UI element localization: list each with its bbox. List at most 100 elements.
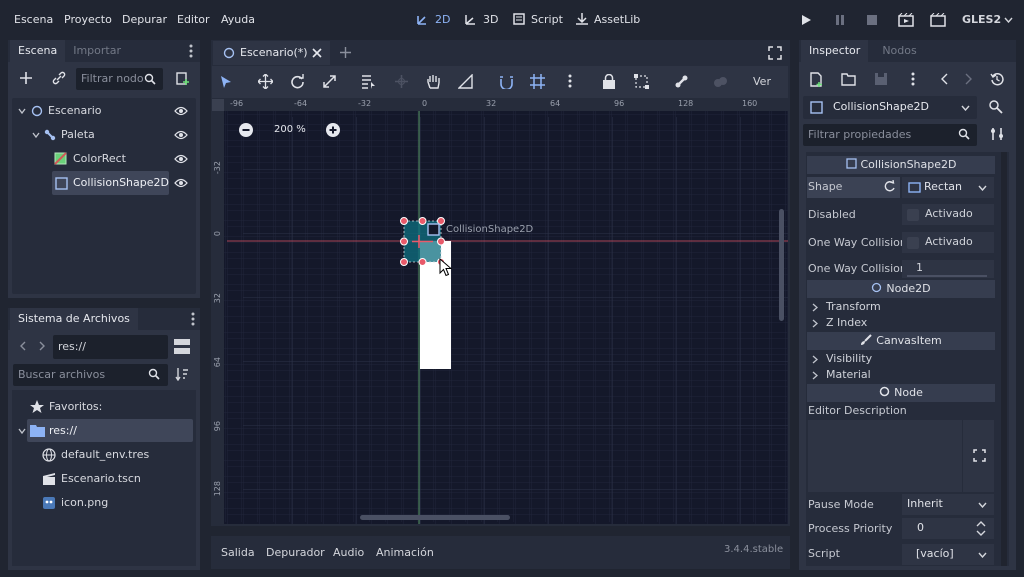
tab-inspector[interactable]: Inspector (801, 40, 869, 62)
section-transform[interactable]: Transform (826, 300, 881, 313)
forward-arrow-icon[interactable] (39, 341, 45, 351)
file-escenario-tscn[interactable]: Escenario.tscn (61, 469, 141, 489)
renderer-select[interactable]: GLES2 (962, 13, 1001, 26)
menu-ayuda[interactable]: Ayuda (221, 13, 255, 26)
object-selector[interactable]: CollisionShape2D (803, 96, 977, 119)
particles-icon[interactable] (713, 74, 728, 89)
file-icon-png[interactable]: icon.png (61, 493, 108, 513)
canvas-viewport[interactable]: -96 -64 -32 0 32 64 96 128 160 -32 0 32 … (212, 99, 788, 524)
oneway-checkbox[interactable]: Activado (902, 232, 994, 253)
section-material[interactable]: Material (826, 368, 871, 381)
play-icon[interactable] (800, 14, 812, 26)
menu-editor[interactable]: Editor (177, 13, 210, 26)
menu-proyecto[interactable]: Proyecto (64, 13, 112, 26)
instance-scene-icon[interactable] (175, 70, 191, 86)
mode-2d-button[interactable]: 2D (416, 12, 450, 26)
tools-icon[interactable] (990, 127, 1004, 141)
snap-icon[interactable] (499, 74, 514, 89)
play-custom-scene-icon[interactable] (930, 13, 946, 27)
shape-resource-picker[interactable]: Rectan (902, 177, 994, 198)
mode-3d-button[interactable]: 3D (464, 12, 498, 26)
close-icon[interactable] (312, 48, 322, 58)
pan-hand-icon[interactable] (426, 74, 441, 89)
scale-icon[interactable] (322, 74, 337, 89)
visibility-eye-icon[interactable] (174, 154, 188, 164)
save-icon[interactable] (874, 72, 888, 86)
path-input[interactable]: res:// (53, 335, 168, 359)
expand-textarea-button[interactable] (963, 420, 994, 492)
zoom-out-icon[interactable] (239, 123, 253, 137)
open-folder-icon[interactable] (841, 72, 856, 86)
history-icon[interactable] (990, 72, 1004, 86)
history-forward-icon[interactable] (965, 73, 972, 85)
grid-snap-icon[interactable] (530, 74, 545, 89)
visibility-eye-icon[interactable] (174, 106, 188, 116)
visibility-eye-icon[interactable] (174, 130, 188, 140)
scene-node-collisionshape2d[interactable]: CollisionShape2D (73, 173, 169, 193)
editor-description-textarea[interactable] (808, 420, 962, 492)
property-scrollbar[interactable] (1001, 152, 1007, 566)
zoom-level[interactable]: 200 % (274, 124, 306, 135)
expand-arrow-icon[interactable] (812, 319, 818, 328)
tab-animacion[interactable]: Animación (376, 546, 434, 559)
tab-filesystem[interactable]: Sistema de Archivos (10, 308, 138, 330)
file-res[interactable]: res:// (49, 421, 77, 441)
margin-slider[interactable] (907, 275, 987, 277)
tab-importar[interactable]: Importar (65, 40, 129, 62)
disabled-checkbox[interactable]: Activado (902, 204, 994, 225)
play-scene-icon[interactable] (898, 13, 914, 27)
split-view-icon[interactable] (174, 339, 190, 354)
oneway-margin-spinbox[interactable]: 1 (902, 260, 994, 278)
expand-arrow-icon[interactable] (812, 371, 818, 380)
more-menu-icon[interactable] (189, 44, 193, 58)
collapse-arrow-icon[interactable] (18, 107, 26, 115)
pause-mode-select[interactable]: Inherit (902, 494, 994, 515)
mode-script-button[interactable]: Script (512, 12, 563, 26)
select-cursor-icon[interactable] (220, 75, 232, 89)
view-menu[interactable]: Ver (753, 75, 771, 88)
tab-salida[interactable]: Salida (221, 546, 255, 559)
more-menu-icon[interactable] (191, 312, 195, 326)
move-icon[interactable] (258, 74, 273, 89)
ruler-icon[interactable] (458, 74, 473, 89)
expand-arrow-icon[interactable] (812, 355, 818, 364)
more-menu-icon[interactable] (911, 72, 915, 86)
spin-arrows-icon[interactable] (976, 521, 986, 536)
object-properties-icon[interactable] (988, 99, 1004, 115)
section-visibility[interactable]: Visibility (826, 352, 872, 365)
scene-tab[interactable]: Escenario(*) (213, 41, 330, 65)
tab-escena[interactable]: Escena (10, 40, 66, 62)
back-arrow-icon[interactable] (20, 341, 26, 351)
new-resource-icon[interactable] (810, 72, 824, 87)
more-menu-icon[interactable] (568, 74, 572, 88)
tab-nodos[interactable]: Nodos (874, 40, 924, 62)
sort-icon[interactable] (175, 367, 189, 381)
revert-icon[interactable] (883, 180, 896, 193)
fullscreen-icon[interactable] (768, 46, 782, 60)
section-zindex[interactable]: Z Index (826, 316, 867, 329)
bone-tool-icon[interactable] (674, 74, 689, 89)
menu-depurar[interactable]: Depurar (122, 13, 167, 26)
add-tab-icon[interactable] (339, 46, 352, 59)
file-search-input[interactable]: Buscar archivos (13, 364, 168, 386)
history-back-icon[interactable] (941, 73, 948, 85)
visibility-eye-icon[interactable] (174, 178, 188, 188)
horizontal-scrollbar[interactable] (360, 515, 510, 520)
tab-depurador[interactable]: Depurador (266, 546, 325, 559)
pause-icon[interactable] (834, 14, 846, 26)
property-filter-input[interactable]: Filtrar propiedades (803, 124, 977, 146)
zoom-in-icon[interactable] (326, 123, 340, 137)
file-default-env[interactable]: default_env.tres (61, 445, 149, 465)
add-node-icon[interactable] (18, 70, 34, 86)
collapse-arrow-icon[interactable] (32, 131, 40, 139)
rotate-icon[interactable] (290, 74, 305, 89)
tab-audio[interactable]: Audio (333, 546, 364, 559)
pivot-icon[interactable] (394, 74, 409, 89)
mode-assetlib-button[interactable]: AssetLib (575, 12, 640, 26)
group-icon[interactable] (634, 74, 649, 89)
script-resource-picker[interactable]: [vacío] (902, 544, 994, 565)
process-priority-spinbox[interactable]: 0 (902, 518, 994, 539)
scene-node-escenario[interactable]: Escenario (48, 101, 102, 121)
link-icon[interactable] (51, 70, 67, 86)
menu-escena[interactable]: Escena (14, 13, 53, 26)
